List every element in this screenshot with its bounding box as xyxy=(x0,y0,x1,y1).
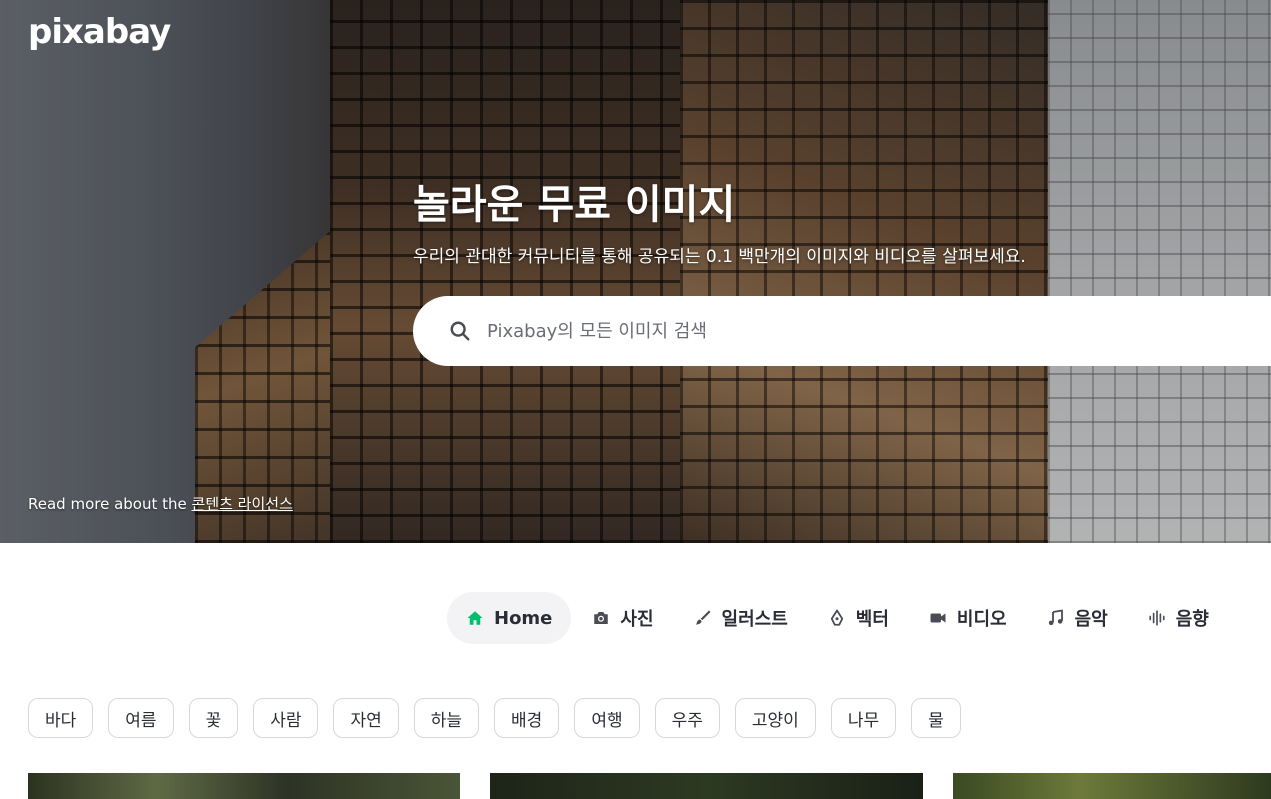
popular-search-chips: 바다 여름 꽃 사람 자연 하늘 배경 여행 우주 고양이 나무 물 xyxy=(28,698,976,738)
hero-banner: pixabay 놀라운 무료 이미지 우리의 관대한 커뮤니티를 통해 공유되는… xyxy=(0,0,1271,543)
image-thumbnail[interactable] xyxy=(28,773,460,799)
chip-tag[interactable]: 자연 xyxy=(333,698,399,738)
content-license-link[interactable]: 콘텐츠 라이선스 xyxy=(192,495,293,513)
chip-tag[interactable]: 여행 xyxy=(574,698,640,738)
license-prefix: Read more about the xyxy=(28,495,192,513)
image-thumbnail[interactable] xyxy=(953,773,1271,799)
chip-tag[interactable]: 고양이 xyxy=(734,698,816,738)
tab-label: 벡터 xyxy=(855,609,889,630)
home-icon xyxy=(466,609,484,627)
tab-videos[interactable]: 비디오 xyxy=(910,592,1026,644)
tab-label: 음악 xyxy=(1074,609,1108,630)
chip-tag[interactable]: 꽃 xyxy=(188,698,239,738)
license-notice: Read more about the 콘텐츠 라이선스 xyxy=(28,493,293,514)
brush-icon xyxy=(694,609,712,627)
search-bar[interactable] xyxy=(413,296,1271,366)
camera-icon xyxy=(592,609,610,627)
video-camera-icon xyxy=(929,609,947,627)
tab-label: Home xyxy=(494,607,553,629)
tab-music[interactable]: 음악 xyxy=(1028,592,1127,644)
pen-nib-icon xyxy=(828,609,846,627)
music-note-icon xyxy=(1047,609,1065,627)
tab-label: 비디오 xyxy=(956,609,1007,630)
tab-label: 음향 xyxy=(1175,609,1209,630)
search-input[interactable] xyxy=(487,314,1187,348)
chip-tag[interactable]: 하늘 xyxy=(413,698,480,738)
tab-sound-effects[interactable]: 음향 xyxy=(1129,592,1228,644)
tab-photos[interactable]: 사진 xyxy=(573,592,672,644)
tab-home[interactable]: Home xyxy=(447,592,572,644)
hero-overlay xyxy=(0,0,1271,543)
chip-tag[interactable]: 물 xyxy=(911,698,961,738)
hero-title: 놀라운 무료 이미지 xyxy=(413,182,736,228)
chip-tag[interactable]: 바다 xyxy=(28,698,94,738)
chip-tag[interactable]: 배경 xyxy=(494,698,560,738)
search-icon[interactable] xyxy=(449,320,471,342)
tab-illustrations[interactable]: 일러스트 xyxy=(675,592,807,644)
media-type-tabs: Home 사진 일러스트 벡터 비디오 음악 음향 xyxy=(447,592,1230,644)
sound-wave-icon xyxy=(1148,609,1166,627)
chip-tag[interactable]: 여름 xyxy=(108,698,174,738)
chip-tag[interactable]: 사람 xyxy=(253,698,319,738)
tab-label: 일러스트 xyxy=(721,609,788,630)
image-thumbnail[interactable] xyxy=(490,773,923,799)
hero-subtitle: 우리의 관대한 커뮤니티를 통해 공유되는 0.1 백만개의 이미지와 비디오를… xyxy=(413,247,1026,267)
pixabay-logo[interactable]: pixabay xyxy=(28,12,171,52)
chip-tag[interactable]: 우주 xyxy=(654,698,720,738)
tab-vectors[interactable]: 벡터 xyxy=(809,592,908,644)
tab-label: 사진 xyxy=(620,609,654,630)
chip-tag[interactable]: 나무 xyxy=(830,698,897,738)
